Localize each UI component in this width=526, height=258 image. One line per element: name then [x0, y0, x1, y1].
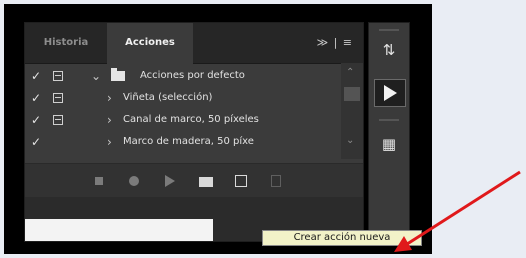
red-arrow-annotation — [394, 170, 521, 252]
